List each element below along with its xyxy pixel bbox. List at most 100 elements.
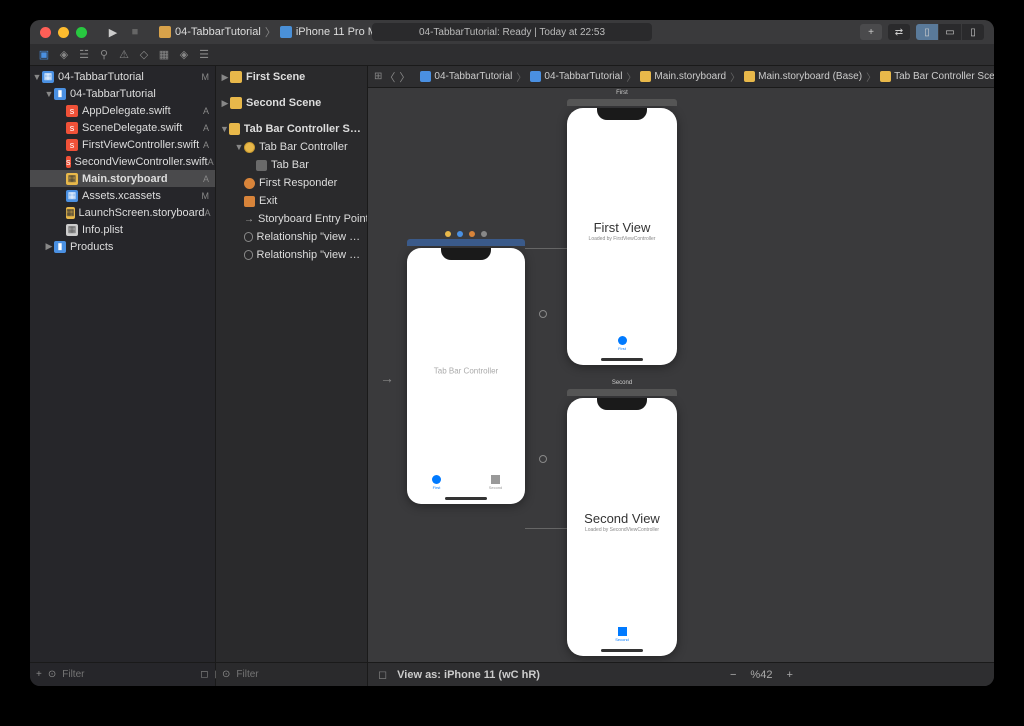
view-as-label[interactable]: View as: iPhone 11 (wC hR) xyxy=(397,669,540,681)
scene-header[interactable]: First xyxy=(567,99,677,106)
library-button[interactable]: + xyxy=(860,24,882,40)
entry-point-row[interactable]: → Storyboard Entry Point xyxy=(216,210,367,228)
outline-filter-input[interactable] xyxy=(236,669,368,680)
scene-row[interactable]: ▶ First Scene xyxy=(216,68,367,86)
zoom-icon[interactable] xyxy=(76,27,87,38)
view-title: First View xyxy=(567,220,677,235)
swift-icon: s xyxy=(66,122,78,134)
minimize-icon[interactable] xyxy=(58,27,69,38)
view-subtitle: Loaded by SecondViewController xyxy=(567,527,677,533)
tabbar-controller-scene[interactable]: Tab Bar Controller First Second xyxy=(407,248,525,504)
back-button[interactable]: 〈 xyxy=(384,69,395,85)
device-icon xyxy=(280,26,292,38)
stop-button[interactable]: ■ xyxy=(127,24,143,40)
project-navigator-tab[interactable]: ▣ xyxy=(34,45,54,65)
source-control-tab[interactable]: ◈ xyxy=(54,45,74,65)
tabbar-row[interactable]: Tab Bar xyxy=(216,156,367,174)
second-view-scene[interactable]: Second Second View Loaded by SecondViewC… xyxy=(567,398,677,656)
jumpbar-item[interactable]: Main.storyboard (Base) xyxy=(742,71,864,82)
file-row[interactable]: ▦ LaunchScreen.storyboard A xyxy=(30,204,215,221)
group-row[interactable]: ▼▮ 04-TabbarTutorial xyxy=(30,85,215,102)
canvas-bottom-bar: ◻ View as: iPhone 11 (wC hR) − %42 + ⊙ ⊟… xyxy=(368,662,994,686)
vcs-badge: M xyxy=(202,72,210,82)
file-row[interactable]: s FirstViewController.swift A xyxy=(30,136,215,153)
add-button[interactable]: + xyxy=(36,669,42,680)
code-review-button[interactable]: ⇄ xyxy=(888,24,910,40)
group-name: 04-TabbarTutorial xyxy=(70,88,156,100)
relationship-row[interactable]: Relationship "view contr… xyxy=(216,246,367,264)
show-inspector-button[interactable]: ▯ xyxy=(962,24,984,40)
file-row[interactable]: s SceneDelegate.swift A xyxy=(30,119,215,136)
scene-header[interactable]: Second xyxy=(567,389,677,396)
test-tab[interactable]: ◇ xyxy=(134,45,154,65)
scheme-selector[interactable]: 04-TabbarTutorial 〉 iPhone 11 Pro Max xyxy=(159,24,389,40)
relationship-row[interactable]: Relationship "view contr… xyxy=(216,228,367,246)
activity-status: 04-TabbarTutorial: Ready | Today at 22:5… xyxy=(372,23,652,41)
report-tab[interactable]: ☰ xyxy=(194,45,214,65)
debug-tab[interactable]: ▦ xyxy=(154,45,174,65)
view-title: Second View xyxy=(567,511,677,526)
first-responder-row[interactable]: First Responder xyxy=(216,174,367,192)
segue-icon[interactable] xyxy=(539,455,547,463)
file-row[interactable]: ▦ Info.plist xyxy=(30,221,215,238)
tab-first[interactable]: First xyxy=(407,470,466,494)
scene-header[interactable] xyxy=(407,239,525,246)
exit-row[interactable]: Exit xyxy=(216,192,367,210)
storyboard-icon: ▦ xyxy=(66,207,75,219)
find-tab[interactable]: ⚲ xyxy=(94,45,114,65)
file-row[interactable]: ▦ Assets.xcassets M xyxy=(30,187,215,204)
scene-row[interactable]: ▶ Second Scene xyxy=(216,94,367,112)
tab-second[interactable]: Second xyxy=(466,470,525,494)
file-row-selected[interactable]: ▦ Main.storyboard A xyxy=(30,170,215,187)
show-debug-button[interactable]: ▭ xyxy=(939,24,961,40)
document-outline: ▶ First Scene ▶ Second Scene ▼ Tab Bar C… xyxy=(216,66,368,686)
notch-icon xyxy=(441,248,491,260)
navigator-toolbar: ▣ ◈ ☱ ⚲ ⚠ ◇ ▦ ◈ ☰ xyxy=(30,44,994,66)
scene-icon xyxy=(880,71,891,82)
tab-second: Second xyxy=(567,622,677,646)
swift-icon: s xyxy=(66,105,78,117)
forward-button[interactable]: 〉 xyxy=(399,69,410,85)
jumpbar-item[interactable]: Tab Bar Controller Scene xyxy=(878,71,994,82)
recent-filter-icon[interactable]: ◻ xyxy=(200,669,208,680)
segue-line xyxy=(525,528,567,529)
project-icon xyxy=(420,71,431,82)
file-row[interactable]: s AppDelegate.swift A xyxy=(30,102,215,119)
products-row[interactable]: ▶▮ Products xyxy=(30,238,215,255)
interface-builder-canvas[interactable]: → Tab Bar Controller First Second xyxy=(368,88,994,662)
outline-toggle-icon[interactable]: ◻ xyxy=(378,668,387,681)
navigator-filter-input[interactable] xyxy=(62,669,194,680)
segue-line xyxy=(525,248,567,249)
show-navigator-button[interactable]: ▯ xyxy=(916,24,938,40)
plist-icon: ▦ xyxy=(66,224,78,236)
folder-icon xyxy=(530,71,541,82)
scheme-app-label: 04-TabbarTutorial xyxy=(175,26,261,38)
jumpbar-item[interactable]: 04-TabbarTutorial xyxy=(418,71,514,82)
segue-icon[interactable] xyxy=(539,310,547,318)
scene-row[interactable]: ▼ Tab Bar Controller Scene xyxy=(216,120,367,138)
zoom-in-button[interactable]: + xyxy=(786,669,792,681)
project-row[interactable]: ▼▦ 04-TabbarTutorial M xyxy=(30,68,215,85)
related-items-icon[interactable]: ⊞ xyxy=(374,71,382,82)
assets-icon: ▦ xyxy=(66,190,78,202)
exit-icon xyxy=(244,196,255,207)
symbol-tab[interactable]: ☱ xyxy=(74,45,94,65)
jumpbar-item[interactable]: 04-TabbarTutorial xyxy=(528,71,624,82)
storyboard-icon xyxy=(744,71,755,82)
zoom-out-button[interactable]: − xyxy=(730,669,736,681)
tab-bar[interactable]: First Second xyxy=(407,470,525,494)
jumpbar-item[interactable]: Main.storyboard xyxy=(638,71,728,82)
controller-row[interactable]: ▼ Tab Bar Controller xyxy=(216,138,367,156)
segue-icon xyxy=(244,232,253,242)
run-button[interactable]: ▶ xyxy=(105,24,121,40)
home-indicator-icon xyxy=(445,497,487,500)
filter-icon: ⊙ xyxy=(48,669,56,680)
editor-area: ⊞ 〈 〉 04-TabbarTutorial 〉 04-TabbarTutor… xyxy=(368,66,994,686)
first-view-scene[interactable]: First First View Loaded by FirstViewCont… xyxy=(567,108,677,365)
home-indicator-icon xyxy=(601,358,643,361)
close-icon[interactable] xyxy=(40,27,51,38)
scene-icon xyxy=(229,123,240,135)
issue-tab[interactable]: ⚠ xyxy=(114,45,134,65)
breakpoint-tab[interactable]: ◈ xyxy=(174,45,194,65)
file-row[interactable]: s SecondViewController.swift A xyxy=(30,153,215,170)
